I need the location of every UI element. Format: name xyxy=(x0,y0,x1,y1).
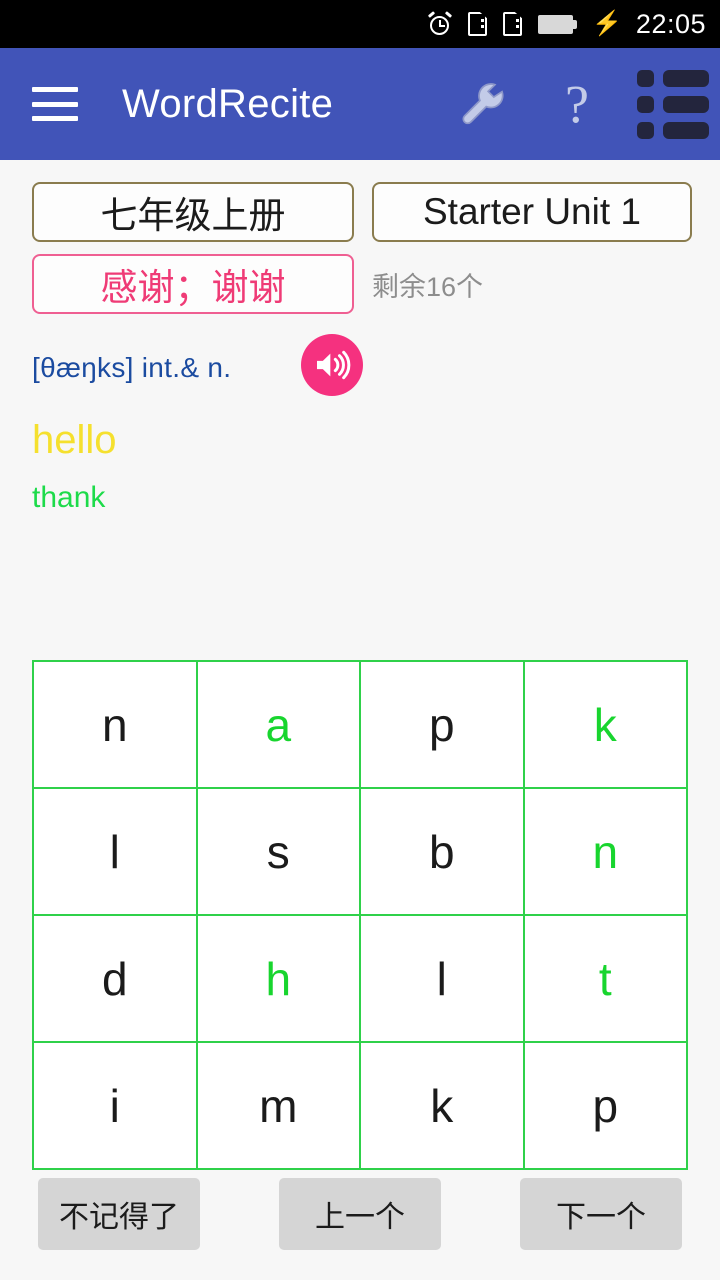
letter-grid: napklsbndhltimkp xyxy=(32,660,688,1170)
settings-wrench-icon[interactable] xyxy=(450,73,512,135)
speaker-icon xyxy=(317,350,351,380)
sim1-icon xyxy=(468,12,488,36)
app-bar: WordRecite ? xyxy=(0,48,720,160)
play-audio-button[interactable] xyxy=(301,334,364,396)
phonetic-text: [θæŋks] int.& n. xyxy=(32,352,232,383)
bottom-button-row: 不记得了 上一个 下一个 xyxy=(0,1178,720,1250)
letter-cell[interactable]: d xyxy=(34,916,198,1043)
letter-cell[interactable]: p xyxy=(361,662,525,789)
sim2-icon xyxy=(503,12,523,36)
wrench-glyph xyxy=(462,83,504,125)
word-list-icon[interactable] xyxy=(637,69,709,139)
letter-cell[interactable]: l xyxy=(361,916,525,1043)
letter-cell[interactable]: a xyxy=(197,662,361,789)
unit-selector[interactable]: Starter Unit 1 xyxy=(372,182,692,242)
page-title: WordRecite xyxy=(122,81,334,126)
remaining-count: 剩余16个 xyxy=(372,271,484,302)
answer-word: thank xyxy=(32,481,106,514)
letter-cell[interactable]: s xyxy=(197,789,361,916)
letter-cell[interactable]: n xyxy=(34,662,198,789)
letter-cell[interactable]: k xyxy=(361,1043,525,1170)
status-bar: ⚡ 22:05 xyxy=(0,0,720,48)
selector-row: 七年级上册 Starter Unit 1 xyxy=(0,160,720,242)
previous-button[interactable]: 上一个 xyxy=(279,1178,441,1250)
letter-cell[interactable]: m xyxy=(197,1043,361,1170)
meaning-row: 感谢；谢谢 剩余16个 xyxy=(0,242,720,314)
word-meaning-button[interactable]: 感谢；谢谢 xyxy=(32,254,354,314)
main-content: 七年级上册 Starter Unit 1 感谢；谢谢 剩余16个 [θæŋks]… xyxy=(0,160,720,1280)
letter-cell[interactable]: h xyxy=(197,916,361,1043)
letter-cell[interactable]: k xyxy=(524,662,688,789)
letter-cell[interactable]: p xyxy=(524,1043,688,1170)
hamburger-menu-icon[interactable] xyxy=(32,87,78,121)
question-mark-glyph: ? xyxy=(565,74,589,134)
hint-word: hello xyxy=(32,418,117,462)
letter-cell[interactable]: t xyxy=(524,916,688,1043)
letter-cell[interactable]: b xyxy=(361,789,525,916)
forgot-button[interactable]: 不记得了 xyxy=(38,1178,200,1250)
charging-bolt-icon: ⚡ xyxy=(592,10,622,37)
status-icons: ⚡ xyxy=(427,10,622,37)
app-bar-actions: ? xyxy=(450,48,709,160)
phonetic-row: [θæŋks] int.& n. xyxy=(0,314,720,396)
letter-grid-table: napklsbndhltimkp xyxy=(32,660,688,1170)
list-glyph xyxy=(637,69,709,139)
grade-selector[interactable]: 七年级上册 xyxy=(32,182,354,242)
battery-charging-icon xyxy=(538,14,578,34)
letter-cell[interactable]: n xyxy=(524,789,688,916)
letter-cell[interactable]: l xyxy=(34,789,198,916)
status-time: 22:05 xyxy=(635,8,706,39)
next-button[interactable]: 下一个 xyxy=(520,1178,682,1250)
help-question-icon[interactable]: ? xyxy=(546,73,608,135)
alarm-clock-icon xyxy=(427,11,453,36)
letter-cell[interactable]: i xyxy=(34,1043,198,1170)
